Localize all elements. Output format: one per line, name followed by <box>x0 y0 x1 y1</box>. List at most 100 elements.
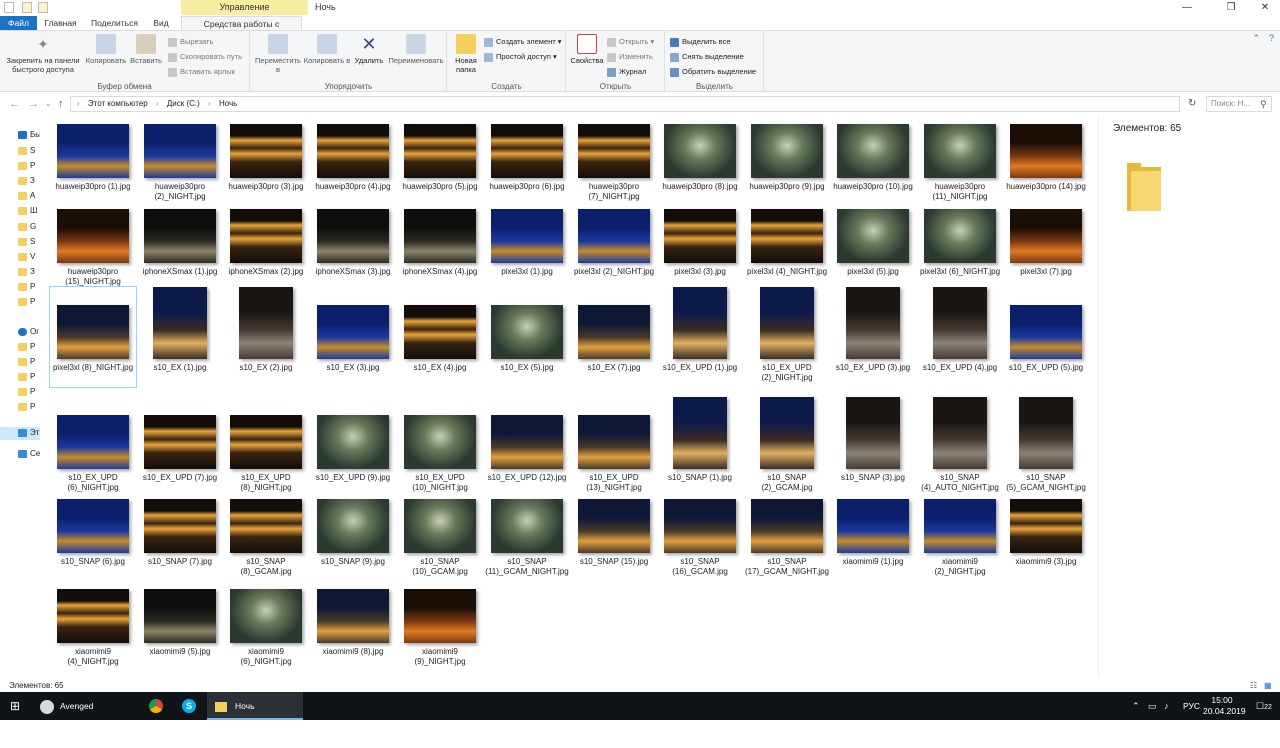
file-item[interactable]: xiaomimi9 (1).jpg <box>830 492 916 576</box>
file-item[interactable]: pixel3xl (6)_NIGHT.jpg <box>917 202 1003 286</box>
file-item[interactable]: s10_EX_UPD (1).jpg <box>657 287 743 387</box>
file-item[interactable]: s10_EX (1).jpg <box>137 287 223 387</box>
nav-item[interactable]: Р <box>18 296 40 308</box>
up-arrow-icon[interactable]: ↑ <box>58 97 64 111</box>
file-item[interactable]: xiaomimi9 (5).jpg <box>137 582 223 666</box>
nav-item[interactable]: S <box>18 145 40 157</box>
file-item[interactable]: huaweip30pro (10).jpg <box>830 117 916 201</box>
file-item[interactable]: s10_SNAP (6).jpg <box>50 492 136 576</box>
file-item[interactable]: huaweip30pro (9).jpg <box>744 117 830 201</box>
paste-button[interactable]: Вставить <box>128 34 164 65</box>
nav-item[interactable]: Р <box>18 401 40 413</box>
nav-item[interactable]: Р <box>18 371 40 383</box>
help-icon[interactable]: ? <box>1269 33 1274 43</box>
file-item[interactable]: iphoneXSmax (2).jpg <box>223 202 309 286</box>
breadcrumb-disk-c[interactable]: Диск (C:) <box>167 99 200 108</box>
file-item[interactable]: huaweip30pro (11)_NIGHT.jpg <box>917 117 1003 201</box>
ribbon-collapse-chevron-icon[interactable]: ⌃ <box>1252 33 1260 44</box>
close-button[interactable]: ✕ <box>1252 0 1278 15</box>
nav-item[interactable]: Се <box>18 448 40 460</box>
file-item[interactable]: s10_EX_UPD (13)_NIGHT.jpg <box>571 397 657 497</box>
quick-access-properties-icon[interactable] <box>22 2 32 13</box>
file-item[interactable]: s10_SNAP (9).jpg <box>310 492 396 576</box>
file-item[interactable]: s10_EX_UPD (9).jpg <box>310 397 396 497</box>
file-item[interactable]: s10_EX_UPD (4).jpg <box>917 287 1003 387</box>
file-item[interactable]: s10_EX_UPD (10)_NIGHT.jpg <box>397 397 483 497</box>
file-item[interactable]: s10_SNAP (17)_GCAM_NIGHT.jpg <box>744 492 830 576</box>
nav-item[interactable]: З <box>18 266 40 278</box>
file-item[interactable]: s10_SNAP (8)_GCAM.jpg <box>223 492 309 576</box>
network-icon[interactable]: ▭ <box>1148 692 1157 720</box>
tab-picture-tools[interactable]: Средства работы с рисунками <box>181 16 302 43</box>
language-indicator[interactable]: РУС <box>1183 692 1200 720</box>
taskbar-app-explorer[interactable]: Ночь <box>207 692 303 720</box>
nav-item[interactable]: Р <box>18 356 40 368</box>
nav-item[interactable]: А <box>18 190 40 202</box>
tab-share[interactable]: Поделиться <box>86 16 143 30</box>
nav-item[interactable]: V <box>18 251 40 263</box>
file-item[interactable]: s10_SNAP (7).jpg <box>137 492 223 576</box>
file-item[interactable]: s10_EX_UPD (12).jpg <box>484 397 570 497</box>
file-item[interactable]: s10_EX_UPD (2)_NIGHT.jpg <box>744 287 830 387</box>
file-item[interactable]: huaweip30pro (15)_NIGHT.jpg <box>50 202 136 286</box>
nav-item[interactable]: Р <box>18 341 40 353</box>
file-item[interactable]: iphoneXSmax (1).jpg <box>137 202 223 286</box>
properties-button[interactable]: Свойства <box>569 34 605 65</box>
file-item[interactable]: huaweip30pro (4).jpg <box>310 117 396 201</box>
history-button[interactable]: Журнал <box>607 67 646 77</box>
file-item[interactable]: xiaomimi9 (4)_NIGHT.jpg <box>50 582 136 666</box>
file-item[interactable]: xiaomimi9 (6)_NIGHT.jpg <box>223 582 309 666</box>
file-item[interactable]: huaweip30pro (6).jpg <box>484 117 570 201</box>
file-item[interactable]: s10_EX_UPD (8)_NIGHT.jpg <box>223 397 309 497</box>
file-item[interactable]: xiaomimi9 (3).jpg <box>1003 492 1089 576</box>
forward-arrow-icon[interactable]: → <box>28 97 39 111</box>
file-item[interactable]: s10_EX_UPD (6)_NIGHT.jpg <box>50 397 136 497</box>
file-item[interactable]: pixel3xl (8)_NIGHT.jpg <box>49 286 137 388</box>
volume-icon[interactable]: ♪ <box>1164 692 1169 720</box>
chrome-icon[interactable] <box>149 692 165 720</box>
search-icon[interactable]: ⚲ <box>1260 97 1267 111</box>
breadcrumb[interactable]: › Этот компьютер › Диск (C:) › Ночь <box>70 96 1180 112</box>
copy-to-button[interactable]: Копировать в <box>303 34 351 65</box>
file-item[interactable]: pixel3xl (5).jpg <box>830 202 916 286</box>
cut-button[interactable]: Вырезать <box>168 37 213 47</box>
file-item[interactable]: xiaomimi9 (8).jpg <box>310 582 396 666</box>
file-item[interactable]: huaweip30pro (1).jpg <box>50 117 136 201</box>
pin-quick-access-button[interactable]: ✦ Закрепить на панели быстрого доступа <box>2 34 84 74</box>
file-item[interactable]: s10_SNAP (15).jpg <box>571 492 657 576</box>
file-item[interactable]: pixel3xl (2)_NIGHT.jpg <box>571 202 657 286</box>
file-item[interactable]: s10_SNAP (3).jpg <box>830 397 916 497</box>
file-item[interactable]: s10_EX_UPD (3).jpg <box>830 287 916 387</box>
file-item[interactable]: huaweip30pro (7)_NIGHT.jpg <box>571 117 657 201</box>
nav-item[interactable]: Бы <box>18 129 40 141</box>
taskbar-app-music[interactable]: Avenged Sevenfold... <box>36 692 136 739</box>
tab-home[interactable]: Главная <box>38 16 83 30</box>
tab-file[interactable]: Файл <box>0 16 37 30</box>
select-all-button[interactable]: Выделить все <box>670 37 731 47</box>
quick-access-new-folder-icon[interactable] <box>38 2 48 13</box>
move-to-button[interactable]: Переместить в <box>253 34 303 74</box>
file-item[interactable]: iphoneXSmax (4).jpg <box>397 202 483 286</box>
file-item[interactable]: huaweip30pro (3).jpg <box>223 117 309 201</box>
context-tab-manage[interactable]: Управление <box>181 0 308 15</box>
file-item[interactable]: s10_SNAP (2)_GCAM.jpg <box>744 397 830 497</box>
file-item[interactable]: xiaomimi9 (2)_NIGHT.jpg <box>917 492 1003 576</box>
easy-access-button[interactable]: Простой доступ ▾ <box>484 52 557 62</box>
file-item[interactable]: huaweip30pro (8).jpg <box>657 117 743 201</box>
maximize-button[interactable]: ❐ <box>1218 0 1244 15</box>
file-item[interactable]: xiaomimi9 (9)_NIGHT.jpg <box>397 582 483 666</box>
file-item[interactable]: huaweip30pro (2)_NIGHT.jpg <box>137 117 223 201</box>
nav-item[interactable]: З <box>18 175 40 187</box>
nav-item[interactable]: Эт <box>18 427 40 439</box>
nav-item[interactable]: Р <box>18 281 40 293</box>
edit-button[interactable]: Изменить <box>607 52 653 62</box>
file-item[interactable]: s10_SNAP (4)_AUTO_NIGHT.jpg <box>917 397 1003 497</box>
file-item[interactable]: s10_EX (4).jpg <box>397 287 483 387</box>
file-item[interactable]: iphoneXSmax (3).jpg <box>310 202 396 286</box>
invert-selection-button[interactable]: Обратить выделение <box>670 67 756 77</box>
nav-item[interactable]: Or <box>18 326 40 338</box>
breadcrumb-this-pc[interactable]: Этот компьютер <box>88 99 148 108</box>
open-button[interactable]: Открыть ▾ <box>607 37 654 47</box>
file-item[interactable]: s10_SNAP (1).jpg <box>657 397 743 497</box>
nav-item[interactable]: S <box>18 236 40 248</box>
